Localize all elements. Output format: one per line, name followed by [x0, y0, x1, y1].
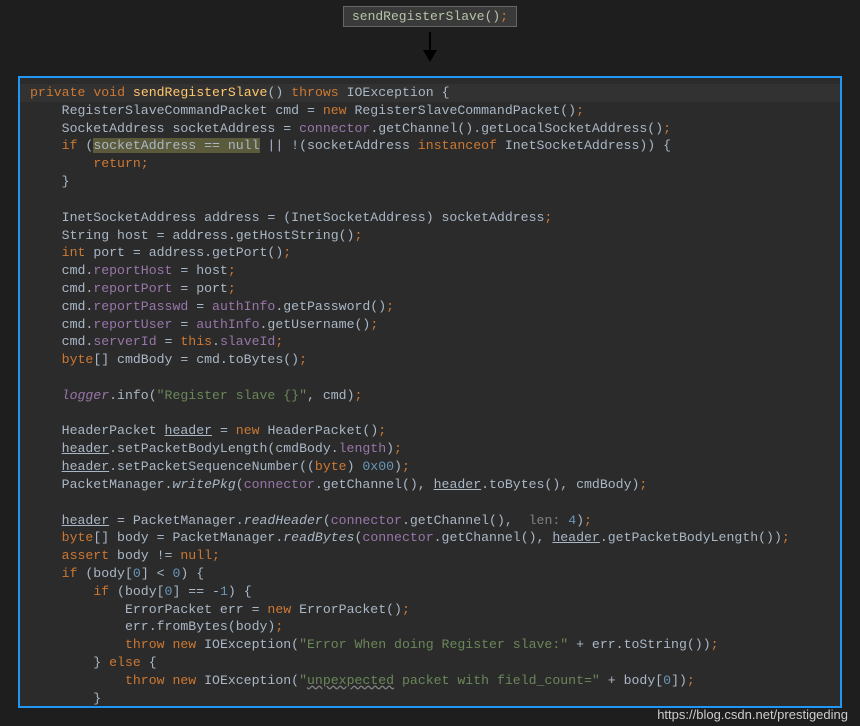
call-fn: sendRegisterSlave	[352, 9, 485, 24]
code-container: private void sendRegisterSlave() throws …	[18, 76, 842, 708]
arrow-icon	[429, 32, 431, 60]
call-label: sendRegisterSlave();	[343, 6, 517, 27]
call-semi: ;	[500, 9, 508, 24]
code-block: private void sendRegisterSlave() throws …	[20, 78, 840, 708]
call-parens: ()	[485, 9, 501, 24]
watermark: https://blog.csdn.net/prestigeding	[657, 707, 848, 722]
